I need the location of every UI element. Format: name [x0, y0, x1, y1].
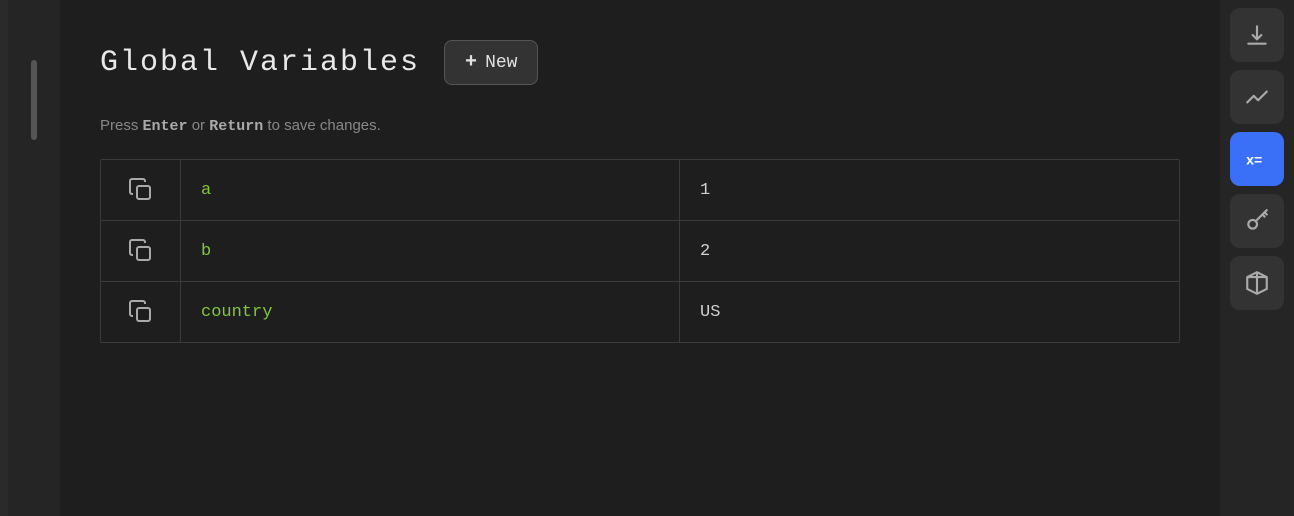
variables-icon-button[interactable]: x=: [1230, 132, 1284, 186]
variables-table-wrapper: a 1 b 2: [100, 159, 1180, 343]
var-value-country: US: [700, 303, 720, 322]
var-value-a: 1: [700, 181, 710, 200]
var-value-cell-country[interactable]: US: [680, 282, 1179, 342]
download-icon-button[interactable]: [1230, 8, 1284, 62]
key-icon-button[interactable]: [1230, 194, 1284, 248]
var-name-cell-country[interactable]: country: [181, 282, 680, 342]
svg-text:x=: x=: [1246, 151, 1262, 167]
copy-icon-cell-a[interactable]: [101, 160, 181, 220]
var-value-b: 2: [700, 242, 710, 261]
right-sidebar: x=: [1220, 0, 1294, 516]
variables-icon: x=: [1244, 146, 1270, 172]
copy-icon-country: [129, 300, 153, 324]
chart-icon: [1244, 84, 1270, 110]
var-value-cell-b[interactable]: 2: [680, 221, 1179, 281]
copy-icon-cell-b[interactable]: [101, 221, 181, 281]
main-content: Global Variables + New Press Enter or Re…: [60, 0, 1220, 516]
var-name-country: country: [201, 303, 272, 322]
table-row: b 2: [101, 221, 1179, 282]
hint-enter: Enter: [143, 118, 188, 135]
box-icon: [1244, 270, 1270, 296]
page-title: Global Variables: [100, 46, 420, 80]
copy-icon-cell-country[interactable]: [101, 282, 181, 342]
var-name-cell-a[interactable]: a: [181, 160, 680, 220]
table-row: a 1: [101, 160, 1179, 221]
copy-icon-b: [129, 239, 153, 263]
var-name-a: a: [201, 181, 211, 200]
chart-icon-button[interactable]: [1230, 70, 1284, 124]
left-scrollbar: [8, 0, 60, 516]
new-button[interactable]: + New: [444, 40, 538, 85]
left-accent-bar: [0, 0, 8, 516]
hint-text: Press Enter or Return to save changes.: [100, 117, 1180, 135]
box-icon-button[interactable]: [1230, 256, 1284, 310]
plus-icon: +: [465, 51, 477, 74]
var-value-cell-a[interactable]: 1: [680, 160, 1179, 220]
var-name-cell-b[interactable]: b: [181, 221, 680, 281]
key-icon: [1244, 208, 1270, 234]
download-icon: [1244, 22, 1270, 48]
hint-return: Return: [209, 118, 263, 135]
table-row: country US: [101, 282, 1179, 342]
scrollbar-thumb[interactable]: [31, 60, 37, 140]
header-row: Global Variables + New: [100, 40, 1180, 85]
new-button-label: New: [485, 53, 517, 73]
var-name-b: b: [201, 242, 211, 261]
copy-icon-a: [129, 178, 153, 202]
